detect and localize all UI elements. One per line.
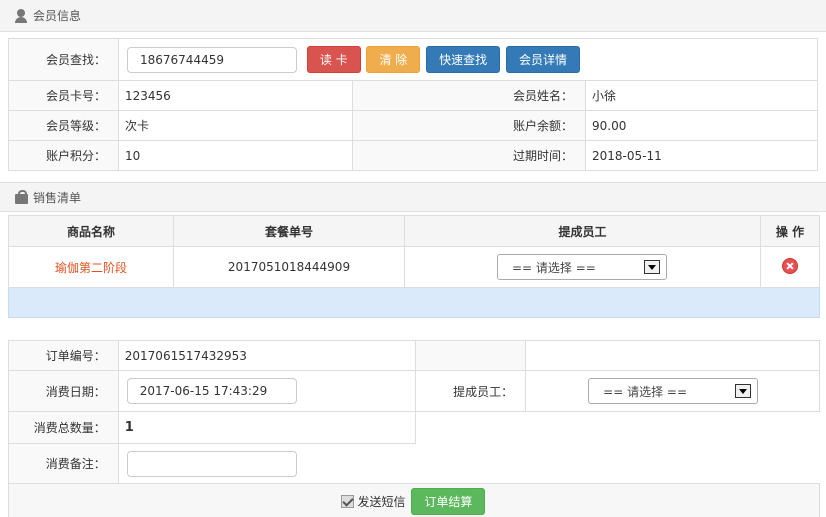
member-section-title: 会员信息: [33, 9, 82, 23]
row-employee-select[interactable]: == 请选择 ==: [497, 254, 667, 280]
member-section-header: 会员信息: [0, 0, 826, 32]
order-note-label: 消费备注：: [8, 443, 119, 484]
chevron-down-icon[interactable]: [735, 384, 752, 398]
product-name[interactable]: 瑜伽第二阶段: [55, 261, 127, 275]
points-label: 账户积分：: [8, 140, 119, 171]
sales-section-header: 销售清单: [0, 182, 826, 212]
chevron-down-icon[interactable]: [644, 260, 660, 274]
order-employee-select-value: == 请选择 ==: [603, 384, 688, 399]
row-employee-select-value: == 请选择 ==: [512, 260, 596, 275]
read-card-button[interactable]: 读 卡: [306, 46, 361, 73]
total-qty-value: 1: [117, 411, 417, 444]
col-product-name: 商品名称: [8, 215, 174, 247]
member-search-label: 会员查找：: [8, 38, 119, 81]
delete-icon[interactable]: [783, 258, 797, 273]
order-table: 订单编号： 2017061517432953 消费日期： 提成员工： == 请选…: [8, 340, 820, 517]
product-name-link[interactable]: 瑜伽第二阶段: [8, 246, 174, 288]
member-details-button[interactable]: 会员详情: [505, 46, 580, 73]
shopping-bag-icon: [14, 190, 28, 204]
table-row: 瑜伽第二阶段 2017051018444909 == 请选择 ==: [8, 246, 820, 288]
member-name-label: 会员姓名：: [352, 80, 586, 111]
clear-button[interactable]: 清 除: [366, 46, 421, 73]
order-no-label: 订单编号：: [8, 340, 119, 371]
member-info-table: 会员查找： 读 卡 清 除 快速查找 会员详情 会员卡号： 123456 会员姓…: [8, 38, 818, 171]
order-note-input[interactable]: [126, 450, 297, 477]
sales-table: 商品名称 套餐单号 提成员工 操 作 瑜伽第二阶段 20170510184449…: [8, 215, 820, 318]
card-no-value: 123456: [118, 80, 353, 111]
order-employee-select[interactable]: == 请选择 ==: [588, 378, 759, 404]
sales-section-title: 销售清单: [33, 190, 82, 205]
expiry-label: 过期时间：: [352, 140, 586, 171]
col-employee: 提成员工: [404, 215, 761, 247]
member-level-label: 会员等级：: [8, 110, 119, 141]
user-icon: [14, 8, 28, 23]
member-level-value: 次卡: [118, 110, 353, 141]
member-name-value: 小徐: [585, 80, 818, 111]
quick-find-button[interactable]: 快速查找: [426, 46, 501, 73]
send-sms-label: 发送短信: [357, 495, 406, 509]
package-no: 2017051018444909: [173, 246, 405, 288]
col-action: 操 作: [760, 215, 820, 247]
expiry-value: 2018-05-11: [585, 140, 818, 171]
checkout-button[interactable]: 订单结算: [411, 488, 486, 515]
col-package-no: 套餐单号: [173, 215, 405, 247]
highlight-row: [8, 287, 820, 318]
order-date-input[interactable]: [126, 378, 297, 404]
order-no-value: 2017061517432953: [117, 340, 417, 371]
card-no-label: 会员卡号：: [8, 80, 119, 111]
member-search-input[interactable]: [127, 46, 297, 73]
order-employee-label: 提成员工：: [415, 370, 527, 412]
send-sms-checkbox[interactable]: [340, 495, 354, 508]
points-value: 10: [118, 140, 353, 171]
order-date-label: 消费日期：: [8, 370, 119, 412]
balance-label: 账户余额：: [352, 110, 586, 141]
balance-value: 90.00: [585, 110, 818, 141]
total-qty-label: 消费总数量：: [8, 411, 119, 444]
